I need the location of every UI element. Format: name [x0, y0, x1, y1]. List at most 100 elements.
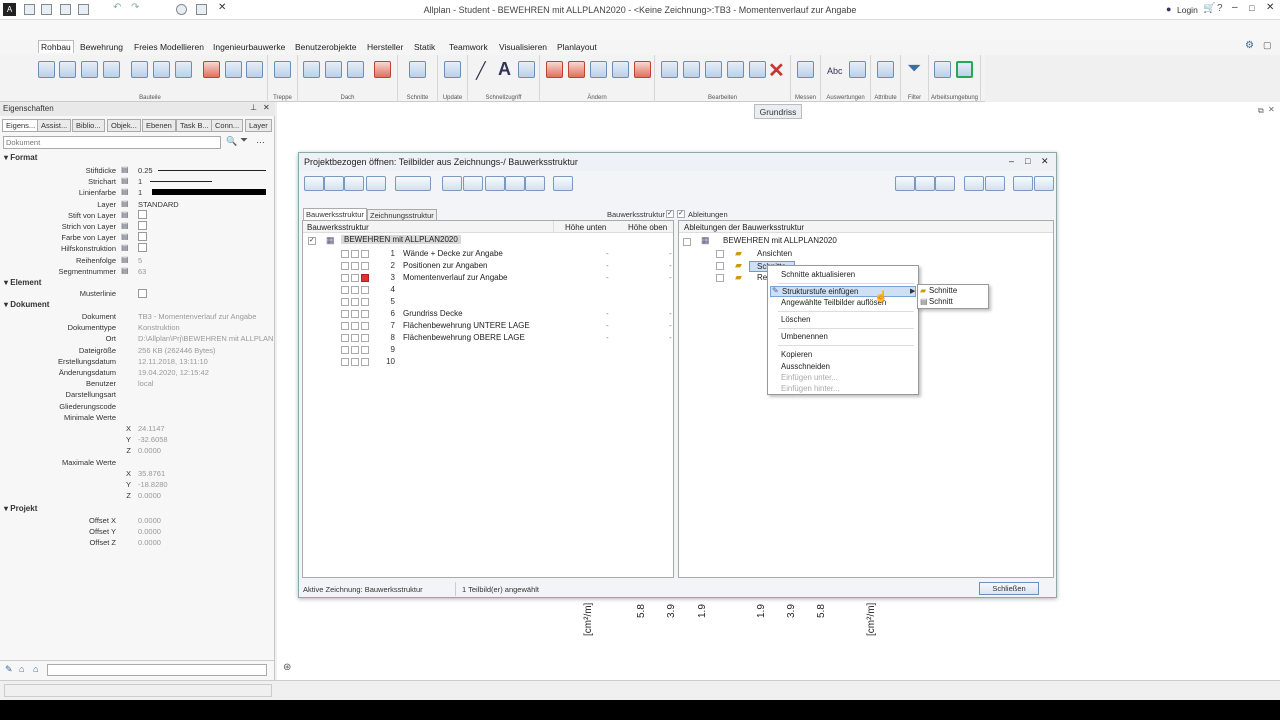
col-hoehe-unten[interactable]: Höhe unten	[565, 223, 606, 232]
submenu-schnitte[interactable]: Schnitte	[929, 286, 957, 295]
section-element[interactable]: ▾ Element	[4, 278, 41, 287]
dialog-minimize-icon[interactable]: –	[1009, 156, 1014, 166]
prop-value[interactable]: 0.0000	[138, 527, 161, 536]
table-row[interactable]: Flächenbewehrung OBERE LAGE	[403, 333, 525, 342]
tb-drawing-icon[interactable]	[395, 176, 431, 191]
row-checkbox[interactable]	[341, 358, 349, 366]
submenu-schnitt[interactable]: Schnitt	[929, 297, 953, 306]
stair-icon[interactable]	[175, 61, 192, 78]
section-dokument[interactable]: ▾ Dokument	[4, 300, 49, 309]
tab-connect[interactable]: Conn...	[211, 119, 244, 132]
right-root-node[interactable]: BEWEHREN mit ALLPLAN2020	[723, 236, 837, 245]
tb-right-back-icon[interactable]	[895, 176, 915, 191]
col-hoehe-oben[interactable]: Höhe oben	[628, 223, 667, 232]
tab-ingenieurbauwerke[interactable]: Ingenieurbauwerke	[213, 42, 285, 52]
tb-back-icon[interactable]	[304, 176, 324, 191]
measure-icon[interactable]	[797, 61, 814, 78]
tb-right-minus-icon[interactable]	[915, 176, 935, 191]
prop-value[interactable]: -18.8280	[138, 480, 168, 489]
slab-icon[interactable]	[59, 61, 76, 78]
section-projekt[interactable]: ▾ Projekt	[4, 504, 37, 513]
section-icon[interactable]	[409, 61, 426, 78]
ansichten-checkbox[interactable]	[716, 250, 724, 258]
filter-icon[interactable]: ⏷	[907, 58, 921, 79]
text-icon[interactable]: A	[498, 59, 511, 80]
prop-value[interactable]: D:\Allplan\Prj\BEWEHREN mit ALLPLAN	[138, 334, 273, 343]
tab-taskboard[interactable]: Task B...	[176, 119, 213, 132]
more-icon[interactable]: …	[256, 135, 265, 145]
row-checkbox[interactable]	[351, 262, 359, 270]
tb-minus-icon[interactable]	[324, 176, 344, 191]
root-checkbox[interactable]: ✓	[308, 237, 316, 245]
tb-right-struct3-icon[interactable]	[1013, 176, 1033, 191]
prop-value[interactable]: 24.1147	[138, 424, 165, 433]
tb-structure3-icon[interactable]	[485, 176, 505, 191]
dialog-close-icon[interactable]: ✕	[1041, 156, 1049, 167]
tb-search-icon[interactable]	[344, 176, 364, 191]
delete-icon[interactable]: ✕	[768, 58, 785, 83]
col-bauwerk[interactable]: Bauwerksstruktur	[307, 223, 369, 232]
tab-bewehrung[interactable]: Bewehrung	[80, 42, 123, 52]
roof-plane-icon[interactable]	[325, 61, 342, 78]
prop-value[interactable]: 35.8761	[138, 469, 165, 478]
tb-right-search-icon[interactable]	[935, 176, 955, 191]
prop-value[interactable]: STANDARD	[138, 200, 179, 209]
table-row[interactable]: Momentenverlauf zur Angabe	[403, 273, 508, 282]
workspace-icon[interactable]	[934, 61, 951, 78]
pen-icon[interactable]	[546, 61, 563, 78]
format-icon[interactable]	[568, 61, 585, 78]
pick-icon[interactable]: ⌂	[33, 664, 38, 674]
opt-ableitungen-checkbox[interactable]: ✓	[677, 210, 685, 218]
menu-umbenennen[interactable]: Umbenennen	[781, 332, 828, 341]
menu-ausschneiden[interactable]: Ausschneiden	[781, 362, 830, 371]
treppe-icon[interactable]	[274, 61, 291, 78]
prop-value[interactable]: 1	[138, 177, 142, 186]
tb-right-struct4-icon[interactable]	[1034, 176, 1054, 191]
tab-objekte[interactable]: Objek...	[107, 119, 141, 132]
row-checkbox[interactable]	[341, 322, 349, 330]
prop-value[interactable]: 19.04.2020, 12:15:42	[138, 368, 209, 377]
row-checkbox[interactable]	[341, 310, 349, 318]
row-checkbox[interactable]	[341, 250, 349, 258]
tb-settings-icon[interactable]	[553, 176, 573, 191]
schnitte-checkbox[interactable]	[716, 262, 724, 270]
minimize-icon[interactable]: –	[1232, 2, 1238, 13]
prop-value[interactable]: 0.25	[138, 166, 153, 175]
row-checkbox[interactable]	[361, 334, 369, 342]
column-icon[interactable]	[81, 61, 98, 78]
prop-value[interactable]: 0.0000	[138, 538, 161, 547]
mirror-icon[interactable]	[727, 61, 744, 78]
scale-icon[interactable]	[749, 61, 766, 78]
view-close-icon[interactable]: ✕	[1268, 105, 1275, 114]
document-filter-input[interactable]	[3, 136, 221, 149]
help-icon[interactable]: ?	[1217, 3, 1223, 14]
row-checkbox[interactable]	[361, 310, 369, 318]
table-row[interactable]: Flächenbewehrung UNTERE LAGE	[403, 321, 530, 330]
edit-pen-icon[interactable]: ✎	[5, 664, 13, 675]
row-checkbox[interactable]	[341, 346, 349, 354]
close-icon[interactable]: ✕	[1266, 2, 1274, 13]
layer-checkbox[interactable]	[138, 210, 147, 219]
rafter-icon[interactable]	[347, 61, 364, 78]
right-root-checkbox[interactable]	[683, 238, 691, 246]
tb-structure2-icon[interactable]	[463, 176, 483, 191]
row-checkbox[interactable]	[341, 298, 349, 306]
row-checkbox[interactable]	[351, 298, 359, 306]
prop-value[interactable]: 5	[138, 256, 142, 265]
tb-right-struct1-icon[interactable]	[964, 176, 984, 191]
tab-statik[interactable]: Statik	[414, 42, 435, 52]
line-icon[interactable]: ╱	[476, 61, 486, 81]
tb-right-struct2-icon[interactable]	[985, 176, 1005, 191]
search-icon[interactable]: 🔍	[226, 136, 237, 147]
row-checkbox[interactable]	[351, 334, 359, 342]
row-checkbox[interactable]	[351, 286, 359, 294]
row-checkbox[interactable]	[341, 334, 349, 342]
curve-icon[interactable]	[612, 61, 629, 78]
layer-checkbox[interactable]	[138, 221, 147, 230]
modify-icon[interactable]	[590, 61, 607, 78]
rotate-icon[interactable]	[705, 61, 722, 78]
tab-teamwork[interactable]: Teamwork	[449, 42, 488, 52]
table-row[interactable]: Grundriss Decke	[403, 309, 463, 318]
menu-loeschen[interactable]: Löschen	[781, 315, 810, 324]
tab-layer[interactable]: Layer	[245, 119, 272, 132]
